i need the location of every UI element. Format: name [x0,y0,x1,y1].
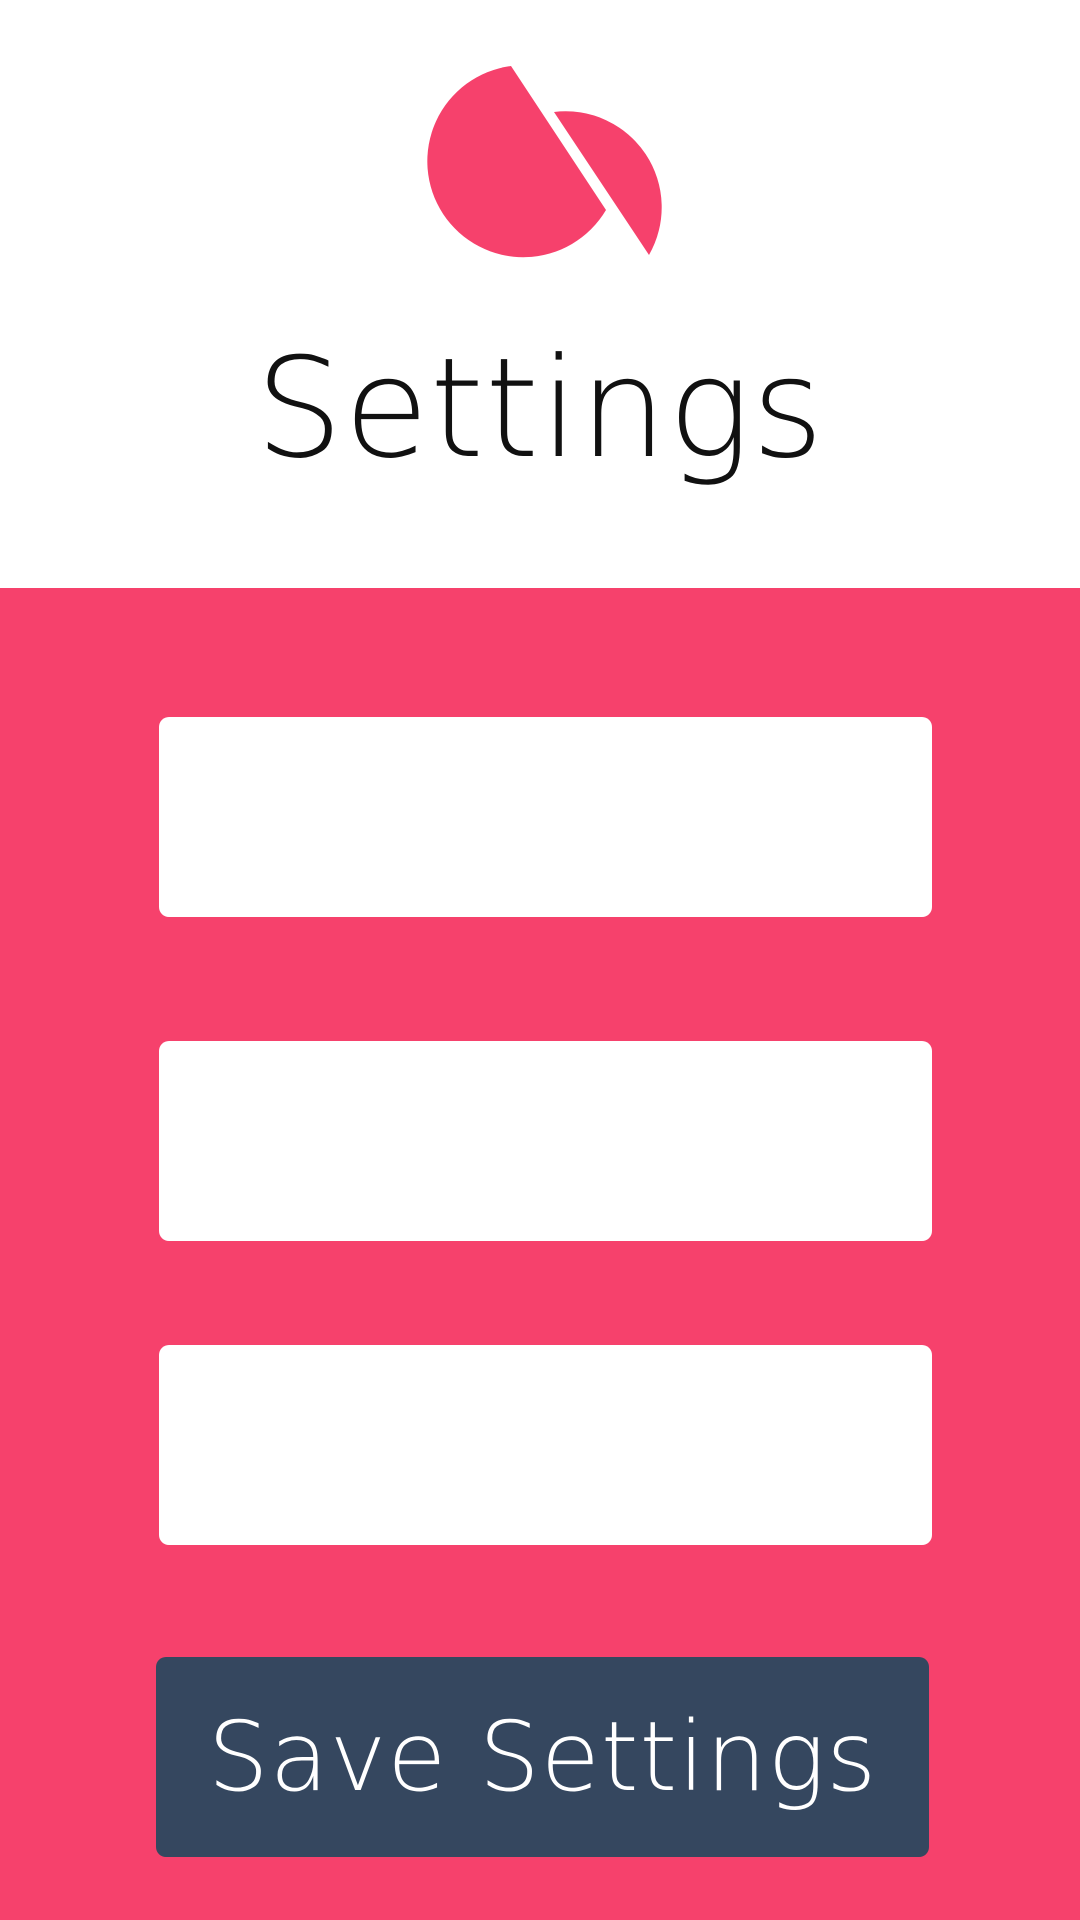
save-settings-button[interactable]: Save Settings [156,1657,929,1857]
header: Settings [0,0,1080,588]
split-circle-logo-icon [427,66,662,258]
page-title: Settings [255,328,825,489]
settings-form: Save Settings [0,588,1080,1920]
settings-field-2[interactable] [159,1041,932,1241]
settings-field-3[interactable] [159,1345,932,1545]
settings-field-1[interactable] [159,717,932,917]
logo-left-piece [427,66,606,258]
